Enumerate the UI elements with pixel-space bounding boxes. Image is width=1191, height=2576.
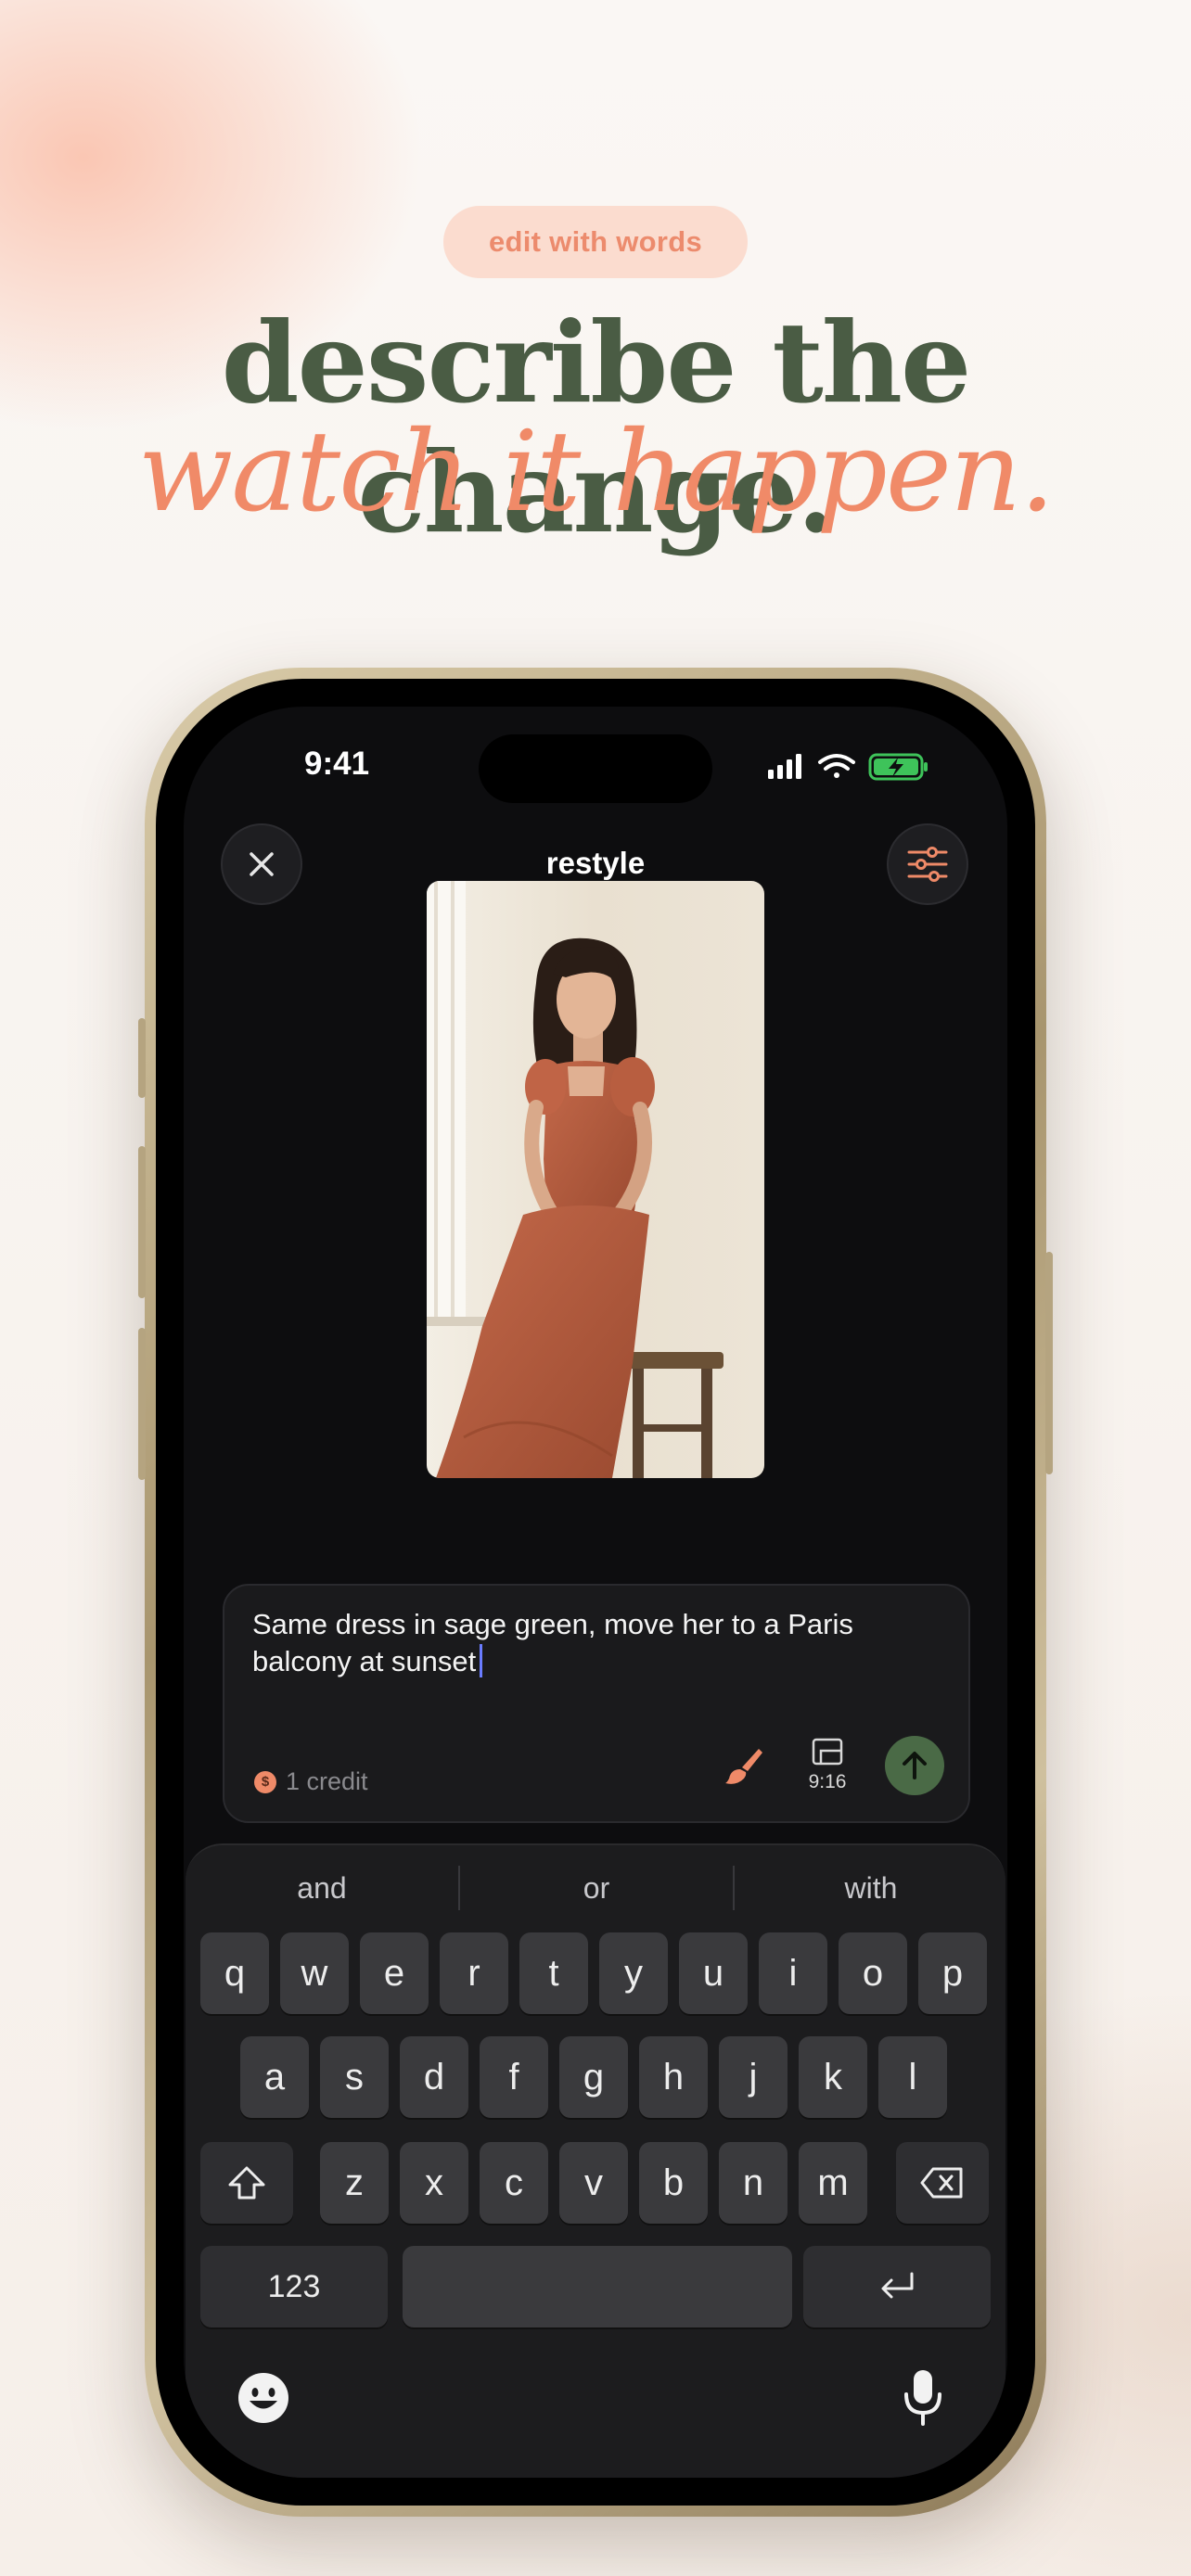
portrait-photo[interactable]	[427, 881, 764, 1478]
credit-label: 1 credit	[286, 1767, 368, 1795]
coin-icon: $	[254, 1770, 276, 1793]
space-key[interactable]	[403, 2246, 792, 2327]
status-icons	[768, 753, 928, 781]
phone-volume-down-button	[138, 1328, 146, 1480]
aspect-ratio-label: 9:16	[808, 1771, 847, 1792]
key-q[interactable]: q	[200, 1932, 269, 2014]
key-y[interactable]: y	[599, 1932, 668, 2014]
suggestion-or[interactable]: or	[460, 1871, 733, 1914]
key-d[interactable]: d	[400, 2036, 468, 2118]
key-f[interactable]: f	[480, 2036, 548, 2118]
key-s[interactable]: s	[320, 2036, 389, 2118]
keyboard: and or with q w e r t y u i o p a s d f …	[186, 1843, 1005, 2478]
key-t[interactable]: t	[519, 1932, 588, 2014]
numbers-key[interactable]: 123	[200, 2246, 388, 2327]
key-w[interactable]: w	[280, 1932, 349, 2014]
prompt-input[interactable]: Same dress in sage green, move her to a …	[252, 1606, 920, 1680]
shift-key[interactable]	[200, 2142, 293, 2224]
wifi-icon	[818, 754, 855, 778]
dictation-button[interactable]	[900, 2366, 946, 2428]
prompt-composer[interactable]: Same dress in sage green, move her to a …	[223, 1584, 970, 1823]
key-h[interactable]: h	[639, 2036, 708, 2118]
emoji-icon	[238, 2373, 288, 2423]
key-g[interactable]: g	[559, 2036, 628, 2118]
aspect-ratio-icon	[812, 1738, 843, 1766]
key-c[interactable]: c	[480, 2142, 548, 2224]
key-e[interactable]: e	[360, 1932, 429, 2014]
text-caret	[480, 1644, 483, 1677]
sliders-icon	[907, 847, 948, 882]
credit-indicator: $ 1 credit	[254, 1767, 368, 1796]
key-u[interactable]: u	[679, 1932, 748, 2014]
key-l[interactable]: l	[878, 2036, 947, 2118]
return-icon	[881, 2272, 914, 2299]
key-i[interactable]: i	[759, 1932, 827, 2014]
aspect-ratio-button[interactable]: 9:16	[800, 1738, 855, 1793]
key-p[interactable]: p	[918, 1932, 987, 2014]
key-v[interactable]: v	[559, 2142, 628, 2224]
arrow-up-icon	[903, 1752, 927, 1779]
status-time: 9:41	[304, 746, 370, 782]
key-r[interactable]: r	[440, 1932, 508, 2014]
prompt-text: Same dress in sage green, move her to a …	[252, 1608, 853, 1677]
return-key[interactable]	[803, 2246, 991, 2327]
microphone-icon	[904, 2370, 941, 2426]
key-n[interactable]: n	[719, 2142, 788, 2224]
shift-icon	[228, 2166, 265, 2200]
key-b[interactable]: b	[639, 2142, 708, 2224]
dynamic-island	[479, 734, 712, 803]
key-k[interactable]: k	[799, 2036, 867, 2118]
delete-key[interactable]	[896, 2142, 989, 2224]
suggestion-and[interactable]: and	[186, 1871, 458, 1914]
phone-power-button	[1045, 1252, 1053, 1474]
headline-line-2: watch it happen.	[137, 408, 1056, 537]
edit-with-words-pill: edit with words	[443, 206, 748, 278]
key-a[interactable]: a	[240, 2036, 309, 2118]
delete-icon	[920, 2167, 963, 2199]
brush-icon[interactable]	[722, 1743, 766, 1788]
suggestion-with[interactable]: with	[735, 1871, 1007, 1914]
key-o[interactable]: o	[839, 1932, 907, 2014]
settings-button[interactable]	[887, 823, 968, 905]
phone-screen: 9:41 restyle Same dress in sage green, m…	[184, 707, 1007, 2478]
emoji-button[interactable]	[236, 2370, 291, 2426]
signal-icon	[768, 754, 801, 779]
key-x[interactable]: x	[400, 2142, 468, 2224]
battery-charging-icon	[868, 753, 928, 781]
phone-action-button	[138, 1018, 146, 1098]
key-j[interactable]: j	[719, 2036, 788, 2118]
phone-volume-up-button	[138, 1146, 146, 1298]
key-z[interactable]: z	[320, 2142, 389, 2224]
key-m[interactable]: m	[799, 2142, 867, 2224]
screen-title: restyle	[545, 846, 646, 880]
send-button[interactable]	[885, 1736, 944, 1795]
